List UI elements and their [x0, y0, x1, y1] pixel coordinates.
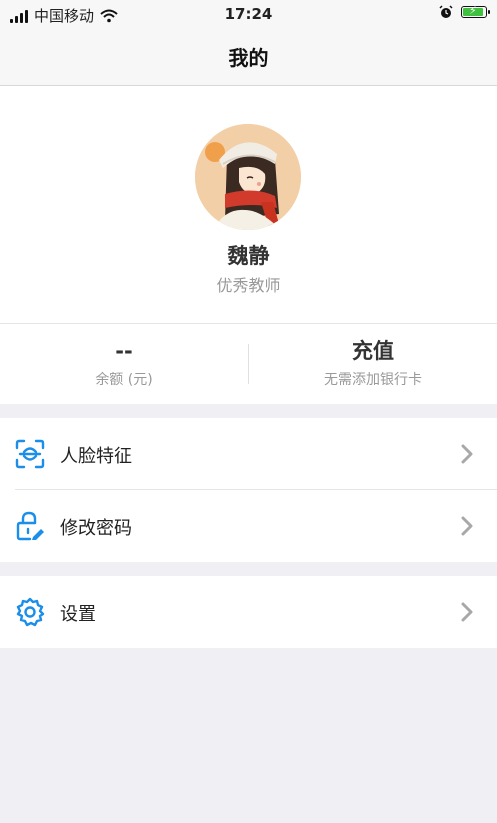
profile-card: 魏静 优秀教师: [0, 86, 497, 324]
menu-item-label: 人脸特征: [60, 446, 132, 467]
status-bar: 中国移动 17:24 ⚡: [0, 0, 497, 28]
battery-charging-icon: ⚡: [461, 4, 490, 18]
balance-stat[interactable]: -- 余额 (元): [0, 324, 248, 404]
menu-item-label: 设置: [60, 604, 96, 625]
alarm-icon: [439, 5, 453, 18]
face-scan-icon: [15, 439, 45, 469]
clock: 17:24: [224, 5, 273, 23]
menu-item-face-features[interactable]: 人脸特征: [0, 418, 497, 490]
chevron-right-icon: [461, 444, 473, 464]
avatar[interactable]: [195, 124, 301, 230]
balance-value: --: [115, 339, 133, 363]
page-title: 我的: [228, 46, 269, 70]
chevron-right-icon: [461, 516, 473, 536]
chevron-right-icon: [461, 602, 473, 622]
user-name: 魏静: [227, 244, 270, 268]
recharge-value: 充值: [352, 339, 394, 363]
lock-edit-icon: [16, 511, 44, 541]
balance-label: 余额 (元): [95, 372, 153, 388]
navigation-bar: 我的: [0, 28, 497, 86]
menu-group-account: 人脸特征 修改密码: [0, 418, 497, 562]
menu-group-settings: 设置: [0, 576, 497, 648]
recharge-label: 无需添加银行卡: [324, 372, 422, 388]
gear-icon: [16, 597, 45, 627]
stats-panel: -- 余额 (元) 充值 无需添加银行卡: [0, 324, 497, 404]
recharge-stat[interactable]: 充值 无需添加银行卡: [249, 324, 497, 404]
menu-item-label: 修改密码: [60, 518, 132, 539]
menu-item-change-password[interactable]: 修改密码: [0, 490, 497, 562]
user-role: 优秀教师: [216, 276, 281, 295]
avatar-illustration: [195, 124, 301, 230]
menu-item-settings[interactable]: 设置: [0, 576, 497, 648]
